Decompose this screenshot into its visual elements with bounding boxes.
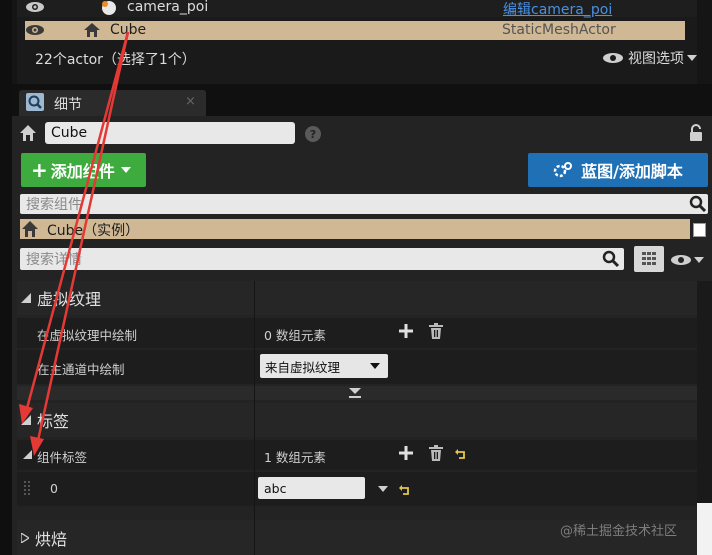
- view-options-label: 视图选项: [628, 51, 684, 67]
- eye-icon: [602, 52, 624, 64]
- trash-icon[interactable]: [429, 323, 443, 343]
- section-tags[interactable]: 标签: [17, 403, 697, 437]
- reset-arrow-icon[interactable]: [399, 484, 411, 499]
- actor-home-icon: [19, 124, 37, 146]
- add-component-button[interactable]: + 添加组件: [21, 153, 146, 187]
- tab-details-label: 细节: [54, 97, 82, 113]
- property-row-draw-main-pass: 在主通道中绘制 来自虚拟纹理: [17, 350, 697, 384]
- section-virtual-texture[interactable]: 虚拟纹理: [17, 281, 697, 315]
- svg-text:?: ?: [310, 128, 316, 141]
- main-pass-dropdown[interactable]: 来自虚拟纹理: [260, 354, 388, 378]
- chevron-down-icon: [687, 55, 697, 61]
- section-title: 标签: [37, 412, 70, 431]
- expanded-triangle-icon: [21, 293, 31, 303]
- details-search-icon: [26, 93, 44, 115]
- trash-icon[interactable]: [429, 445, 443, 465]
- chevron-down-icon: [370, 363, 380, 369]
- property-row-tag-element-0: 0 abc: [17, 472, 697, 506]
- array-count: 1 数组元素: [264, 450, 326, 465]
- property-row-draw-in-vt: 在虚拟纹理中绘制 0 数组元素: [17, 318, 697, 348]
- property-label: 组件标签: [37, 450, 88, 465]
- left-gutter: [0, 0, 12, 555]
- array-count: 0 数组元素: [264, 328, 326, 343]
- outliner-row-cube[interactable]: Cube StaticMeshActor: [25, 21, 685, 40]
- chevron-down-icon: [120, 167, 131, 173]
- blueprint-gear-icon: [553, 161, 573, 179]
- expanded-triangle-icon[interactable]: [23, 450, 32, 459]
- static-mesh-actor-icon: [83, 22, 101, 42]
- editor-window: camera_poi 编辑camera_poi Cube StaticMeshA…: [0, 0, 712, 555]
- advanced-expander[interactable]: [17, 386, 697, 400]
- visibility-eye-icon[interactable]: [25, 24, 45, 40]
- actor-count: 22个actor（选择了1个）: [35, 52, 196, 68]
- edit-blueprint-link[interactable]: 编辑camera_poi: [503, 0, 612, 19]
- collapsed-triangle-icon: [21, 532, 29, 543]
- property-label: 在虚拟纹理中绘制: [37, 328, 138, 343]
- element-index: 0: [50, 481, 58, 496]
- add-element-icon[interactable]: [399, 324, 413, 342]
- details-scroll-track: [697, 281, 712, 503]
- search-components-placeholder: 搜索组件: [26, 197, 82, 213]
- component-home-icon: [21, 220, 39, 242]
- add-component-label: 添加组件: [50, 162, 115, 181]
- search-details-input[interactable]: 搜索详情: [20, 248, 624, 270]
- search-components-input[interactable]: 搜索组件: [20, 194, 708, 214]
- help-icon[interactable]: ?: [304, 125, 322, 147]
- watermark: @稀土掘金技术社区: [560, 524, 678, 539]
- outliner-row-name: Cube: [110, 22, 147, 38]
- reset-arrow-icon[interactable]: [455, 448, 467, 463]
- component-item-label: Cube（实例）: [47, 223, 140, 239]
- actor-name-field[interactable]: Cube: [45, 122, 295, 144]
- add-element-icon[interactable]: [399, 446, 413, 464]
- outliner-row-type: StaticMeshActor: [502, 22, 616, 38]
- plus-icon: +: [31, 158, 48, 182]
- property-matrix-button[interactable]: [634, 246, 664, 272]
- chevron-down-icon: [694, 257, 704, 263]
- camera-actor-icon: [101, 0, 117, 20]
- search-icon[interactable]: [689, 195, 707, 217]
- tab-close-icon[interactable]: ×: [185, 94, 196, 109]
- details-scrollbar[interactable]: [697, 503, 712, 555]
- lock-icon[interactable]: [688, 124, 704, 146]
- property-label: 在主通道中绘制: [37, 362, 125, 377]
- grid-icon: [642, 252, 656, 265]
- chevron-down-icon[interactable]: [378, 486, 388, 492]
- blueprint-script-button[interactable]: 蓝图/添加脚本: [528, 153, 708, 187]
- visibility-eye-icon[interactable]: [25, 1, 45, 17]
- tab-details[interactable]: 细节 ×: [19, 90, 206, 116]
- dropdown-value: 来自虚拟纹理: [265, 359, 341, 375]
- component-checkbox[interactable]: [693, 223, 706, 237]
- view-options-button[interactable]: 视图选项: [602, 48, 697, 68]
- outliner-row-camera-poi[interactable]: camera_poi 编辑camera_poi: [17, 0, 697, 20]
- outliner-row-name: camera_poi: [127, 0, 209, 15]
- search-details-placeholder: 搜索详情: [26, 252, 82, 268]
- property-row-component-tags: 组件标签 1 数组元素: [17, 440, 697, 470]
- column-divider[interactable]: [254, 281, 255, 555]
- eye-icon: [670, 254, 692, 266]
- section-title: 烘焙: [35, 529, 68, 549]
- component-tree-item[interactable]: Cube（实例）: [20, 219, 690, 239]
- tag-value-field[interactable]: abc: [258, 477, 365, 499]
- detail-view-options-button[interactable]: [670, 252, 704, 268]
- search-icon[interactable]: [602, 250, 620, 272]
- section-title: 虚拟纹理: [37, 290, 102, 309]
- blueprint-script-label: 蓝图/添加脚本: [581, 162, 683, 181]
- chevron-down-icon: [349, 388, 361, 398]
- expanded-triangle-icon: [21, 415, 31, 425]
- drag-handle-icon[interactable]: [24, 481, 30, 499]
